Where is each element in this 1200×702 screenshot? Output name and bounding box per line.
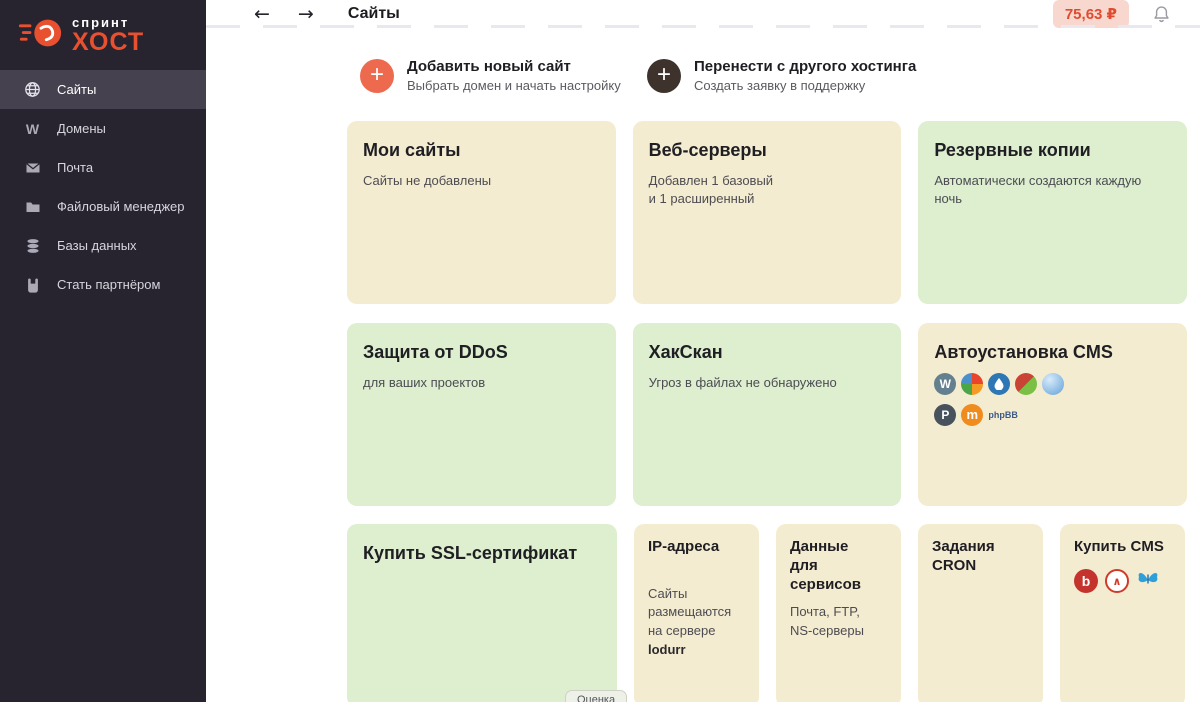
card-body: для ваших проектов bbox=[363, 374, 600, 393]
partner-hand-icon bbox=[24, 276, 41, 293]
joomla-icon bbox=[961, 373, 983, 395]
feedback-tab[interactable]: Оценка bbox=[565, 690, 627, 702]
card-web-servers[interactable]: Веб-серверы Добавлен 1 базовый и 1 расши… bbox=[633, 121, 902, 304]
sidebar: спринт ХОСТ Сайты W Домены bbox=[0, 0, 206, 702]
buy-cms-icons-row: b ∧ bbox=[1074, 567, 1171, 596]
transfer-hosting-button[interactable]: + Перенести с другого хостинга Создать з… bbox=[647, 58, 916, 93]
plus-circle-icon: + bbox=[647, 59, 681, 93]
mail-icon bbox=[24, 159, 41, 176]
card-body: Добавлен 1 базовый и 1 расширенный bbox=[649, 172, 886, 210]
database-icon bbox=[24, 237, 41, 254]
sidebar-item-databases[interactable]: Базы данных bbox=[0, 226, 206, 265]
forward-arrow-button[interactable]: → bbox=[292, 1, 320, 27]
action-buttons-row: + Добавить новый сайт Выбрать домен и на… bbox=[347, 58, 1187, 93]
rocket-logo-icon bbox=[18, 15, 64, 56]
app-window: спринт ХОСТ Сайты W Домены bbox=[0, 0, 1200, 702]
modx-icon bbox=[1015, 373, 1037, 395]
sprinthost-logo[interactable]: спринт ХОСТ bbox=[0, 0, 206, 60]
card-cron-jobs[interactable]: Задания CRON bbox=[918, 524, 1043, 702]
card-body: Автоматически создаются каждую ночь bbox=[934, 172, 1171, 210]
card-title: ХакСкан bbox=[649, 341, 886, 364]
cards-grid: Мои сайты Сайты не добавлены Веб-серверы… bbox=[347, 121, 1187, 506]
transfer-title: Перенести с другого хостинга bbox=[694, 58, 916, 75]
wordpress-icon: W bbox=[934, 373, 956, 395]
card-title: Защита от DDoS bbox=[363, 341, 600, 364]
card-title: Купить SSL-сертификат bbox=[363, 542, 601, 565]
back-arrow-button[interactable]: ← bbox=[248, 1, 276, 27]
sidebar-item-label: Стать партнёром bbox=[57, 277, 160, 292]
card-title: Данные для сервисов bbox=[790, 538, 887, 594]
sidebar-item-domains[interactable]: W Домены bbox=[0, 109, 206, 148]
bitrix-icon: b bbox=[1074, 569, 1098, 593]
card-my-sites[interactable]: Мои сайты Сайты не добавлены bbox=[347, 121, 616, 304]
sphere-cms-icon bbox=[1042, 373, 1064, 395]
card-body: Сайты размещаются на сервере lodurr bbox=[648, 566, 745, 660]
sidebar-nav: Сайты W Домены Почта bbox=[0, 70, 206, 304]
sidebar-item-label: Почта bbox=[57, 160, 93, 175]
prestashop-icon: P bbox=[934, 404, 956, 426]
add-site-title: Добавить новый сайт bbox=[407, 58, 621, 75]
card-backups[interactable]: Резервные копии Автоматически создаются … bbox=[918, 121, 1187, 304]
balance-badge[interactable]: 75,63 ₽ bbox=[1053, 0, 1129, 28]
topbar: ← → Сайты 75,63 ₽ bbox=[206, 0, 1200, 28]
card-service-data[interactable]: Данные для сервисов Почта, FTP, NS-серве… bbox=[776, 524, 901, 702]
add-site-subtitle: Выбрать домен и начать настройку bbox=[407, 78, 621, 93]
sidebar-item-label: Домены bbox=[57, 121, 106, 136]
plus-circle-icon: + bbox=[360, 59, 394, 93]
sidebar-item-label: Сайты bbox=[57, 82, 96, 97]
card-ip-addresses[interactable]: IP-адреса Сайты размещаются на сервере l… bbox=[634, 524, 759, 702]
cms-icons-row-1: W bbox=[934, 373, 1171, 395]
domains-icon: W bbox=[24, 120, 41, 137]
content: + Добавить новый сайт Выбрать домен и на… bbox=[206, 28, 1200, 702]
sidebar-item-label: Файловый менеджер bbox=[57, 199, 185, 214]
logo-text: спринт ХОСТ bbox=[72, 16, 144, 55]
transfer-subtitle: Создать заявку в поддержку bbox=[694, 78, 916, 93]
page-title: Сайты bbox=[348, 5, 400, 23]
logo-line2: ХОСТ bbox=[72, 30, 144, 55]
moodle-icon: m bbox=[961, 404, 983, 426]
cards-grid-bottom: Купить SSL-сертификат IP-адреса Сайты ра… bbox=[347, 524, 1187, 702]
card-title: Веб-серверы bbox=[649, 139, 886, 162]
card-hackscan[interactable]: ХакСкан Угроз в файлах не обнаружено bbox=[633, 323, 902, 506]
card-title: Автоустановка CMS bbox=[934, 341, 1171, 364]
add-site-button[interactable]: + Добавить новый сайт Выбрать домен и на… bbox=[360, 58, 647, 93]
logo-line1: спринт bbox=[72, 16, 144, 29]
sidebar-item-mail[interactable]: Почта bbox=[0, 148, 206, 187]
folder-icon bbox=[24, 198, 41, 215]
card-buy-ssl[interactable]: Купить SSL-сертификат bbox=[347, 524, 617, 702]
ip-body-text: Сайты размещаются на сервере bbox=[648, 586, 731, 639]
card-buy-cms[interactable]: Купить CMS b ∧ bbox=[1060, 524, 1185, 702]
card-body: Угроз в файлах не обнаружено bbox=[649, 374, 886, 393]
phpbb-icon: phpBB bbox=[988, 410, 1018, 420]
cms-icons-row-2: P m phpBB bbox=[934, 404, 1171, 426]
card-title: Резервные копии bbox=[934, 139, 1171, 162]
card-title: Задания CRON bbox=[932, 538, 1029, 576]
globe-icon bbox=[24, 81, 41, 98]
card-title: Мои сайты bbox=[363, 139, 600, 162]
card-body: Сайты не добавлены bbox=[363, 172, 600, 191]
card-title: Купить CMS bbox=[1074, 538, 1171, 557]
netcat-butterfly-icon bbox=[1136, 567, 1160, 596]
card-cms-autoinstall[interactable]: Автоустановка CMS W P m phpBB bbox=[918, 323, 1187, 506]
card-title: IP-адреса bbox=[648, 538, 745, 557]
umi-icon: ∧ bbox=[1105, 569, 1129, 593]
sidebar-item-file-manager[interactable]: Файловый менеджер bbox=[0, 187, 206, 226]
drupal-icon bbox=[988, 373, 1010, 395]
sidebar-item-sites[interactable]: Сайты bbox=[0, 70, 206, 109]
sidebar-item-partner[interactable]: Стать партнёром bbox=[0, 265, 206, 304]
card-ddos-protection[interactable]: Защита от DDoS для ваших проектов bbox=[347, 323, 616, 506]
server-name: lodurr bbox=[648, 642, 686, 657]
sidebar-item-label: Базы данных bbox=[57, 238, 137, 253]
card-body: Почта, FTP, NS-серверы bbox=[790, 603, 887, 641]
bell-icon[interactable] bbox=[1151, 4, 1172, 25]
main-area: ← → Сайты 75,63 ₽ + Добавить новый сайт … bbox=[206, 0, 1200, 702]
